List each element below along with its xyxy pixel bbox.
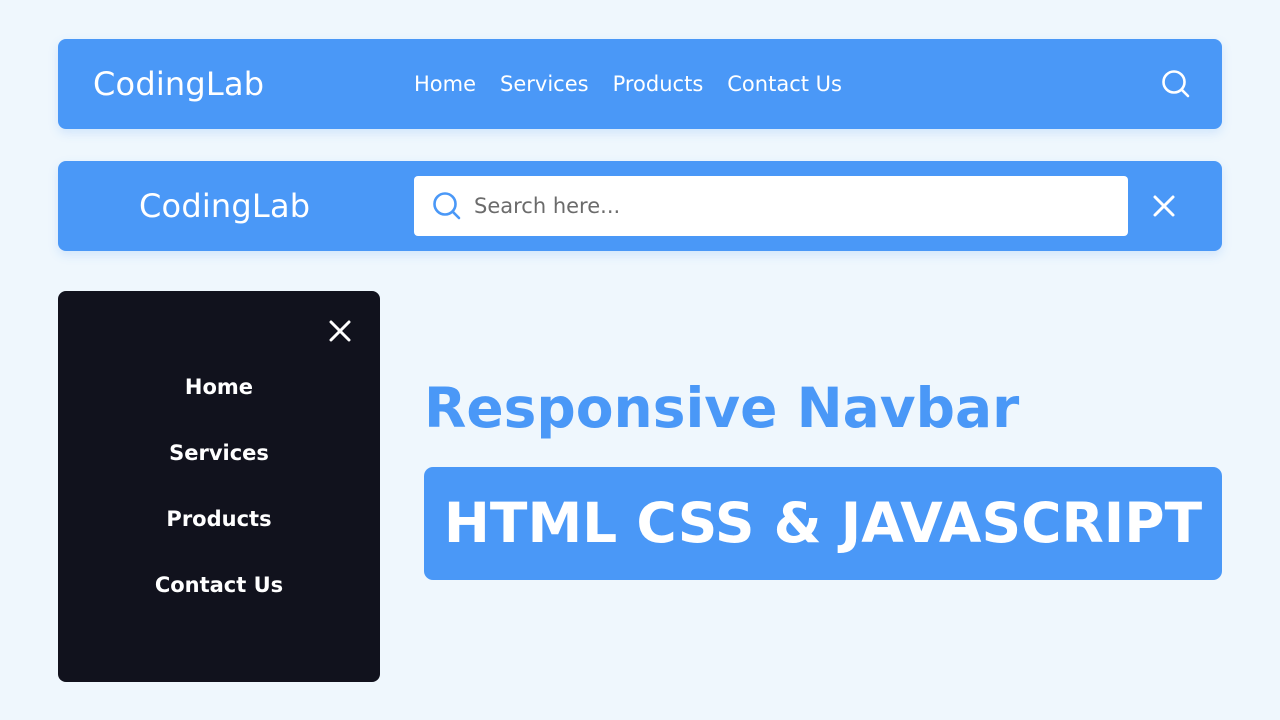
nav-link-contact[interactable]: Contact Us bbox=[727, 72, 842, 96]
search-navbar: CodingLab bbox=[58, 161, 1222, 251]
logo[interactable]: CodingLab bbox=[93, 39, 264, 129]
search-box bbox=[414, 176, 1128, 236]
mobile-nav-link-services[interactable]: Services bbox=[169, 441, 269, 465]
nav-item-services: Services bbox=[500, 72, 589, 96]
subheadline: HTML CSS & JAVASCRIPT bbox=[443, 491, 1203, 555]
desktop-navbar: CodingLab Home Services Products Contact… bbox=[58, 39, 1222, 129]
mobile-nav-link-products[interactable]: Products bbox=[166, 507, 271, 531]
nav-link-home[interactable]: Home bbox=[414, 72, 476, 96]
mobile-nav-item-products: Products bbox=[58, 495, 380, 561]
nav-item-home: Home bbox=[414, 72, 476, 96]
nav-link-products[interactable]: Products bbox=[613, 72, 704, 96]
nav-links: Home Services Products Contact Us bbox=[414, 39, 866, 129]
search-input[interactable] bbox=[474, 176, 1104, 236]
subheadline-banner: HTML CSS & JAVASCRIPT bbox=[424, 467, 1222, 580]
mobile-menu: Home Services Products Contact Us bbox=[58, 291, 380, 682]
nav-item-products: Products bbox=[613, 72, 704, 96]
logo[interactable]: CodingLab bbox=[139, 161, 310, 251]
search-icon[interactable] bbox=[431, 190, 463, 222]
nav-link-services[interactable]: Services bbox=[500, 72, 589, 96]
mobile-nav-link-home[interactable]: Home bbox=[185, 375, 253, 399]
mobile-nav-links: Home Services Products Contact Us bbox=[58, 363, 380, 627]
mobile-nav-link-contact[interactable]: Contact Us bbox=[155, 573, 283, 597]
mobile-nav-item-home: Home bbox=[58, 363, 380, 429]
nav-item-contact: Contact Us bbox=[727, 72, 842, 96]
mobile-nav-item-contact: Contact Us bbox=[58, 561, 380, 627]
close-icon[interactable] bbox=[329, 320, 351, 342]
headline: Responsive Navbar bbox=[424, 376, 1020, 440]
search-icon[interactable] bbox=[1160, 68, 1192, 100]
mobile-nav-item-services: Services bbox=[58, 429, 380, 495]
close-icon[interactable] bbox=[1152, 194, 1176, 218]
